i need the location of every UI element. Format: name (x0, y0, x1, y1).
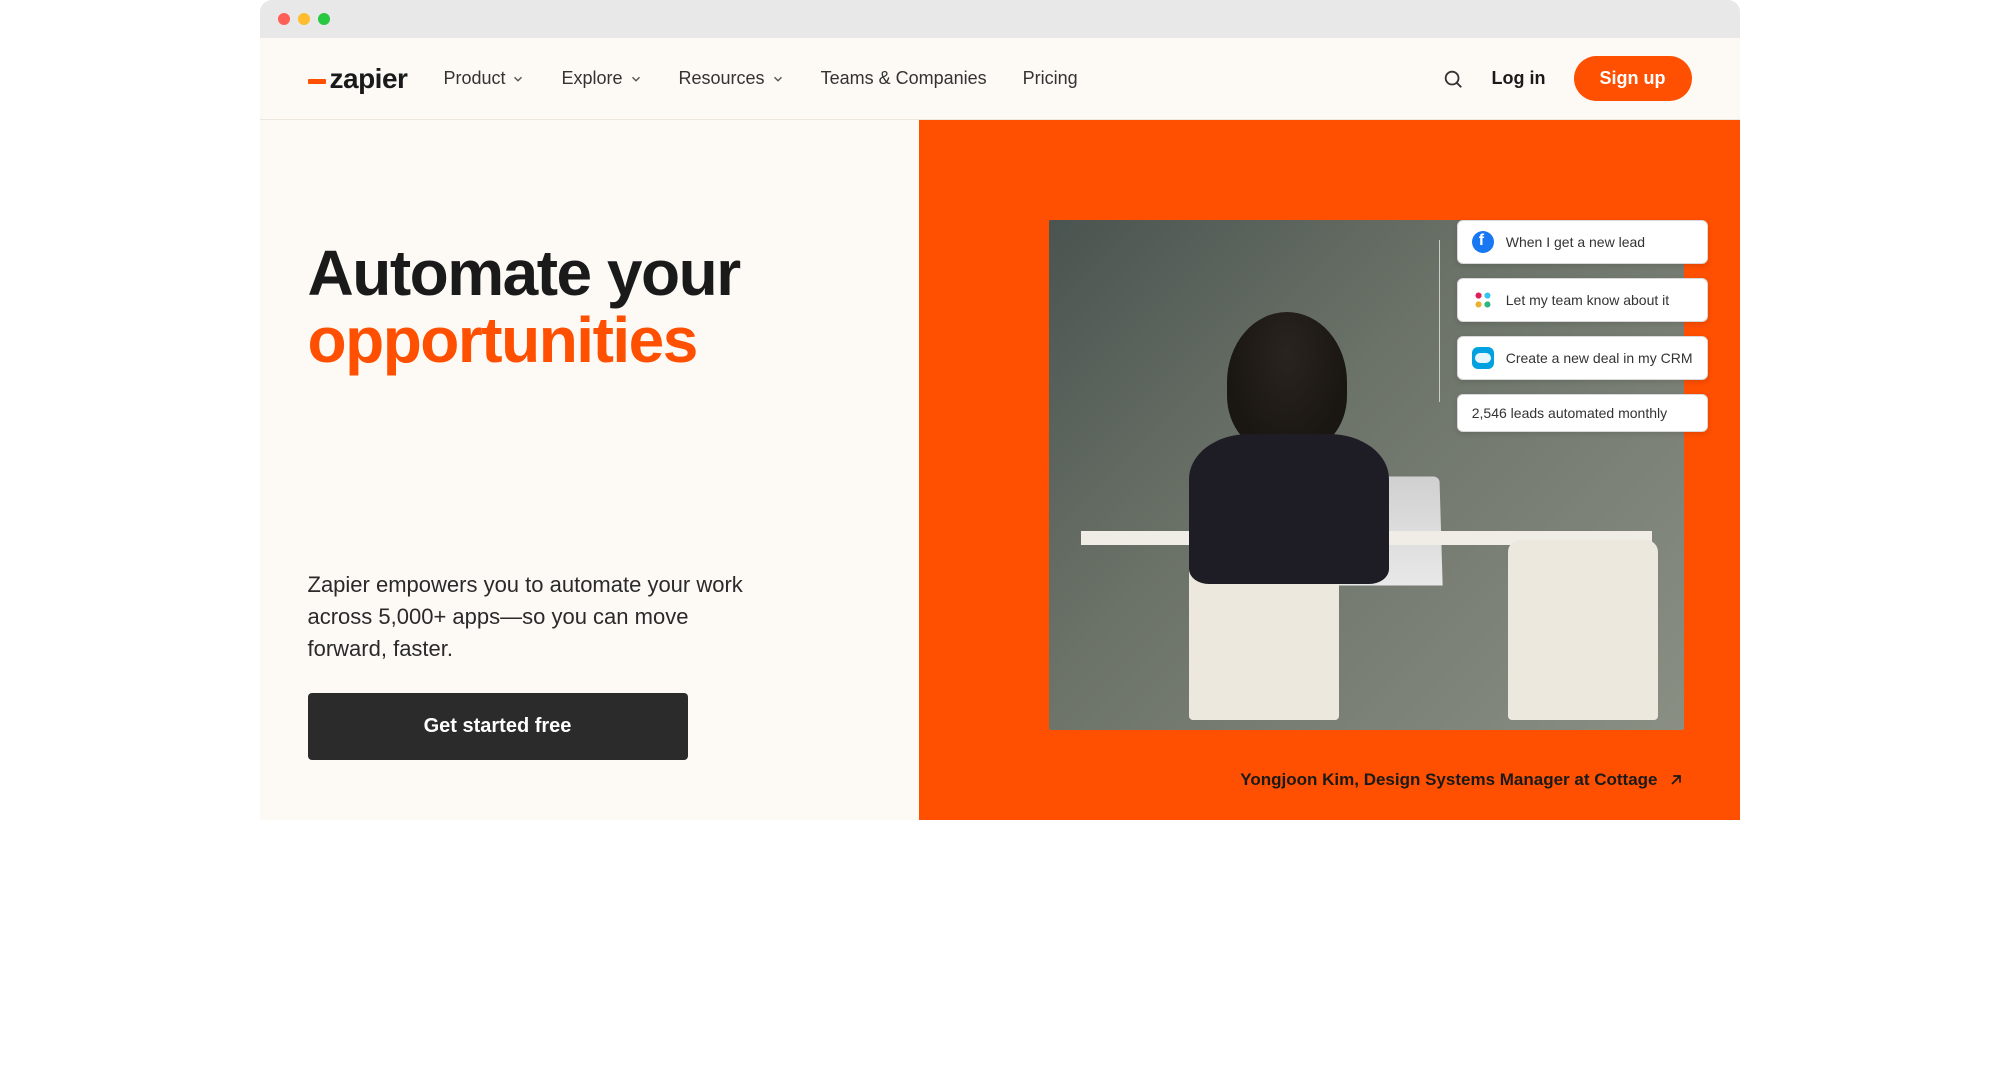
signup-button[interactable]: Sign up (1574, 56, 1692, 101)
nav-label: Teams & Companies (821, 68, 987, 89)
nav-item-resources[interactable]: Resources (679, 68, 785, 89)
automation-card: Let my team know about it (1457, 278, 1708, 322)
external-arrow-icon (1668, 772, 1684, 788)
nav-item-product[interactable]: Product (443, 68, 525, 89)
page-content: zapier Product Explore Resources Teams &… (260, 38, 1740, 820)
card-text: When I get a new lead (1506, 234, 1645, 250)
browser-title-bar (260, 0, 1740, 38)
nav-item-teams-companies[interactable]: Teams & Companies (821, 68, 987, 89)
headline-line-1: Automate your (308, 237, 740, 309)
chair-illustration (1508, 540, 1658, 720)
photo-caption-link[interactable]: Yongjoon Kim, Design Systems Manager at … (1049, 770, 1683, 790)
facebook-icon (1472, 231, 1494, 253)
window-minimize-icon[interactable] (298, 13, 310, 25)
chevron-down-icon (771, 72, 785, 86)
primary-nav: Product Explore Resources Teams & Compan… (443, 68, 1077, 89)
hero-section: Automate your opportunities Zapier empow… (260, 120, 1740, 820)
hero-subhead: Zapier empowers you to automate your wor… (308, 569, 748, 665)
top-navigation: zapier Product Explore Resources Teams &… (260, 38, 1740, 120)
brand-name: zapier (330, 63, 408, 95)
nav-label: Explore (561, 68, 622, 89)
chair-illustration (1189, 540, 1339, 720)
slack-icon (1472, 289, 1494, 311)
chevron-down-icon (629, 72, 643, 86)
logo-dash-icon (308, 79, 326, 84)
card-text: 2,546 leads automated monthly (1472, 405, 1667, 421)
automation-card: Create a new deal in my CRM (1457, 336, 1708, 380)
login-link[interactable]: Log in (1492, 68, 1546, 89)
automation-card-stat: 2,546 leads automated monthly (1457, 394, 1708, 432)
browser-window: zapier Product Explore Resources Teams &… (260, 0, 1740, 820)
nav-label: Pricing (1023, 68, 1078, 89)
window-maximize-icon[interactable] (318, 13, 330, 25)
nav-item-explore[interactable]: Explore (561, 68, 642, 89)
chevron-down-icon (511, 72, 525, 86)
spacer (308, 374, 860, 569)
card-text: Let my team know about it (1506, 292, 1669, 308)
caption-text: Yongjoon Kim, Design Systems Manager at … (1240, 770, 1657, 790)
brand-logo[interactable]: zapier (308, 63, 408, 95)
nav-label: Product (443, 68, 505, 89)
nav-right-group: Log in Sign up (1442, 56, 1692, 101)
hero-image-column: When I get a new lead Let my team know a… (919, 120, 1739, 820)
get-started-button[interactable]: Get started free (308, 693, 688, 760)
window-close-icon[interactable] (278, 13, 290, 25)
nav-label: Resources (679, 68, 765, 89)
automation-card: When I get a new lead (1457, 220, 1708, 264)
hero-headline: Automate your opportunities (308, 240, 860, 374)
card-connector-line (1439, 240, 1457, 402)
search-icon[interactable] (1442, 68, 1464, 90)
card-text: Create a new deal in my CRM (1506, 350, 1693, 366)
hero-photo-wrap: When I get a new lead Let my team know a… (1049, 220, 1683, 752)
salesforce-icon (1472, 347, 1494, 369)
nav-item-pricing[interactable]: Pricing (1023, 68, 1078, 89)
headline-line-2: opportunities (308, 304, 697, 376)
automation-cards: When I get a new lead Let my team know a… (1457, 220, 1708, 432)
hero-text-column: Automate your opportunities Zapier empow… (260, 120, 920, 820)
